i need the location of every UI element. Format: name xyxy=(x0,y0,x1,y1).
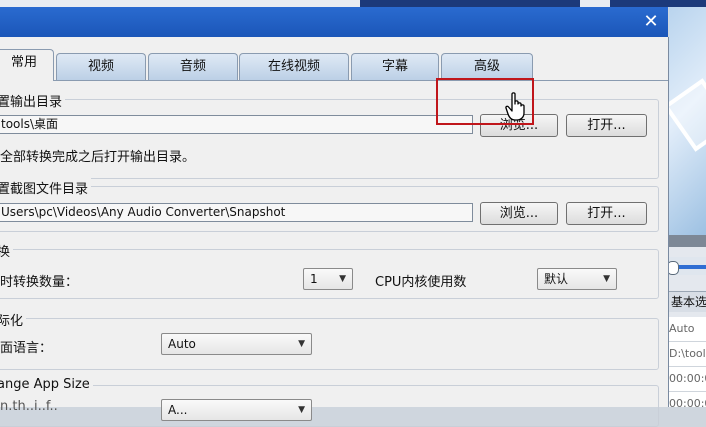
basic-options-tab[interactable]: 基本选项 xyxy=(669,291,706,312)
app-size-select[interactable]: A... ▼ xyxy=(161,399,312,421)
snapshot-dir-input[interactable]: Users\pc\Videos\Any Audio Converter\Snap… xyxy=(0,203,473,222)
tab-audio[interactable]: 音频 xyxy=(148,53,238,80)
app-size-title: ange App Size xyxy=(0,377,93,392)
preview-panel: 基本选项 Auto D:\tool 00:00:0 00:00:0 xyxy=(669,7,706,407)
snapshot-open-button[interactable]: 打开... xyxy=(566,202,647,225)
output-dir-title: 置输出目录 xyxy=(0,91,66,110)
ui-language-label: 面语言： xyxy=(0,341,53,356)
tab-strip: 常用 视频 音频 在线视频 字幕 高级 xyxy=(0,49,668,81)
snapshot-browse-button[interactable]: 浏览... xyxy=(480,202,558,225)
output-dir-group: 置输出目录 xyxy=(0,91,659,179)
cpu-cores-label: CPU内核使用数 xyxy=(375,275,467,290)
preview-toolbar xyxy=(669,235,706,247)
app-size-value: A... xyxy=(168,403,188,417)
top-strip-segment xyxy=(360,0,580,7)
top-strip xyxy=(0,0,706,7)
ui-language-select[interactable]: Auto ▼ xyxy=(161,333,312,355)
app-size-group: ange App Size xyxy=(0,377,659,427)
tab-divider xyxy=(0,80,668,81)
settings-dialog: 常用 视频 音频 在线视频 字幕 高级 置输出目录 tools\桌面 浏览...… xyxy=(0,37,669,427)
localization-title: 际化 xyxy=(0,310,27,329)
snapshot-dir-title: 置截图文件目录 xyxy=(0,178,92,197)
close-icon[interactable]: ✕ xyxy=(640,11,662,33)
localization-group: 际化 xyxy=(0,310,659,370)
chevron-down-icon: ▼ xyxy=(339,274,346,284)
tab-video[interactable]: 视频 xyxy=(56,53,146,80)
tab-online-video[interactable]: 在线视频 xyxy=(239,53,349,80)
list-item: Auto xyxy=(669,317,706,342)
tab-advanced[interactable]: 高级 xyxy=(441,53,533,80)
hand-cursor-icon xyxy=(505,92,525,121)
open-output-dir-option[interactable]: 全部转换完成之后打开输出目录。 xyxy=(0,146,195,165)
chevron-down-icon: ▼ xyxy=(603,274,610,284)
concurrent-count-value: 1 xyxy=(310,272,318,286)
tab-general[interactable]: 常用 xyxy=(0,49,54,81)
conversion-title: 换 xyxy=(0,241,14,260)
top-strip-segment xyxy=(610,0,706,7)
concurrent-count-select[interactable]: 1 ▼ xyxy=(303,268,353,290)
list-item: 00:00:0 xyxy=(669,392,706,407)
tab-subtitle[interactable]: 字幕 xyxy=(351,53,439,80)
playback-slider[interactable] xyxy=(669,257,706,275)
title-bar: ✕ xyxy=(0,7,668,37)
cpu-cores-select[interactable]: 默认 ▼ xyxy=(537,268,617,290)
chevron-down-icon: ▼ xyxy=(298,339,305,349)
output-dir-input[interactable]: tools\桌面 xyxy=(0,115,473,134)
ui-language-value: Auto xyxy=(168,337,196,351)
list-item: 00:00:0 xyxy=(669,367,706,392)
list-item: D:\tool xyxy=(669,342,706,367)
slider-knob[interactable] xyxy=(669,261,679,275)
concurrent-count-label: 时转换数量： xyxy=(0,275,79,290)
cpu-cores-value: 默认 xyxy=(544,272,569,286)
output-open-button[interactable]: 打开... xyxy=(566,114,647,137)
chevron-down-icon: ▼ xyxy=(298,405,305,415)
